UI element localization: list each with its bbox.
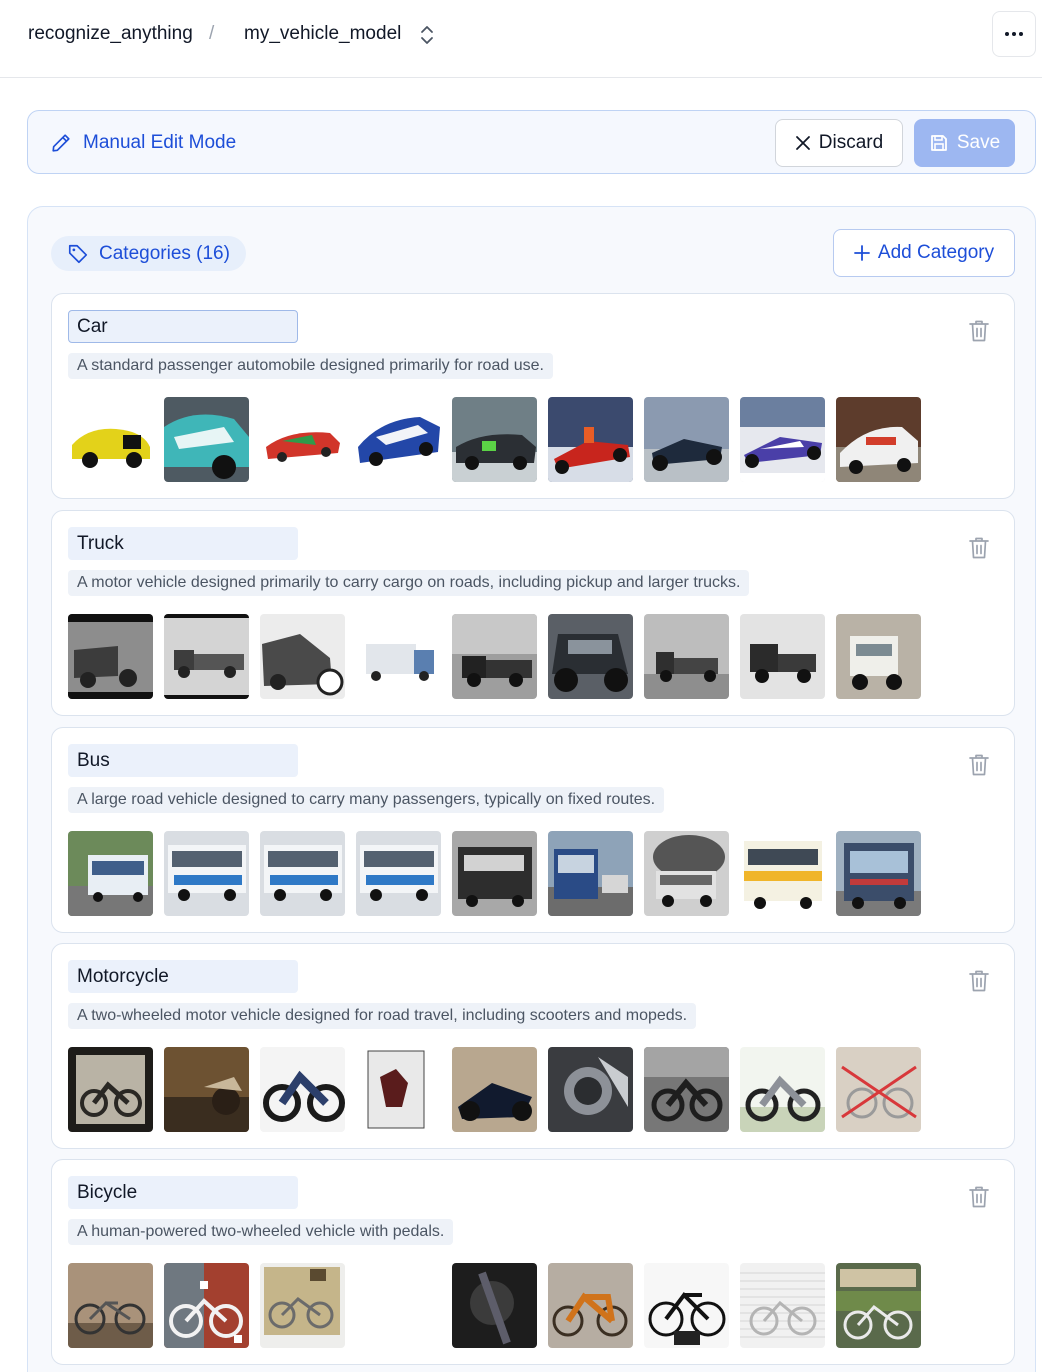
add-category-label: Add Category xyxy=(877,242,995,263)
example-image[interactable] xyxy=(644,831,729,916)
save-button[interactable]: Save xyxy=(914,119,1015,167)
trash-icon[interactable] xyxy=(968,753,990,777)
example-image[interactable] xyxy=(164,614,249,699)
example-image[interactable] xyxy=(740,614,825,699)
close-icon xyxy=(795,136,810,150)
example-image[interactable] xyxy=(68,831,153,916)
example-image[interactable] xyxy=(452,614,537,699)
example-image[interactable] xyxy=(452,831,537,916)
example-image[interactable] xyxy=(260,1263,345,1348)
example-image[interactable] xyxy=(740,397,825,482)
discard-label: Discard xyxy=(818,132,884,153)
category-name-input[interactable]: Truck xyxy=(68,527,298,560)
example-image[interactable] xyxy=(260,831,345,916)
example-image[interactable] xyxy=(68,614,153,699)
category-card: Car A standard passenger automobile desi… xyxy=(51,293,1015,499)
example-image[interactable] xyxy=(452,1263,537,1348)
example-image[interactable] xyxy=(740,1263,825,1348)
example-image[interactable] xyxy=(260,1047,345,1132)
tag-icon xyxy=(68,244,88,263)
trash-icon[interactable] xyxy=(968,1185,990,1209)
category-card: Bus A large road vehicle designed to car… xyxy=(51,727,1015,933)
example-image[interactable] xyxy=(452,397,537,482)
example-image[interactable] xyxy=(260,397,345,482)
example-image[interactable] xyxy=(836,831,921,916)
breadcrumb-model[interactable]: my_vehicle_model xyxy=(244,23,401,45)
example-image[interactable] xyxy=(836,614,921,699)
category-name-input[interactable]: Car xyxy=(68,310,298,343)
example-image[interactable] xyxy=(164,831,249,916)
example-image[interactable] xyxy=(548,614,633,699)
category-description[interactable]: A human-powered two-wheeled vehicle with… xyxy=(68,1219,454,1245)
example-image[interactable] xyxy=(644,1263,729,1348)
example-image[interactable] xyxy=(356,614,441,699)
example-image[interactable] xyxy=(356,397,441,482)
example-image[interactable] xyxy=(836,1047,921,1132)
example-image[interactable] xyxy=(836,1263,921,1348)
example-image[interactable] xyxy=(548,831,633,916)
example-image[interactable] xyxy=(68,1263,153,1348)
example-image[interactable] xyxy=(164,1263,249,1348)
add-category-button[interactable]: Add Category xyxy=(833,229,1015,277)
example-image[interactable] xyxy=(836,397,921,482)
example-image[interactable] xyxy=(164,1047,249,1132)
trash-icon[interactable] xyxy=(968,969,990,993)
example-image[interactable] xyxy=(356,1047,441,1132)
category-description[interactable]: A two-wheeled motor vehicle designed for… xyxy=(68,1003,697,1029)
example-image[interactable] xyxy=(260,614,345,699)
example-image[interactable] xyxy=(68,1047,153,1132)
ellipsis-icon xyxy=(1005,32,1023,36)
example-image[interactable] xyxy=(452,1047,537,1132)
category-name-input[interactable]: Bus xyxy=(68,744,298,777)
example-image[interactable] xyxy=(644,397,729,482)
example-image[interactable] xyxy=(68,397,153,482)
example-image[interactable] xyxy=(164,397,249,482)
category-card: Motorcycle A two-wheeled motor vehicle d… xyxy=(51,943,1015,1149)
example-image[interactable] xyxy=(356,831,441,916)
trash-icon[interactable] xyxy=(968,319,990,343)
edit-mode-title: Manual Edit Mode xyxy=(83,132,237,153)
example-image[interactable] xyxy=(740,831,825,916)
category-card: Truck A motor vehicle designed primarily… xyxy=(51,510,1015,716)
category-card: Bicycle A human-powered two-wheeled vehi… xyxy=(51,1159,1015,1365)
categories-count-label: Categories (16) xyxy=(99,242,230,264)
example-image[interactable] xyxy=(740,1047,825,1132)
save-label: Save xyxy=(956,132,1001,153)
breadcrumb-project[interactable]: recognize_anything xyxy=(28,23,193,45)
category-description[interactable]: A motor vehicle designed primarily to ca… xyxy=(68,570,750,596)
category-description[interactable]: A standard passenger automobile designed… xyxy=(68,353,553,379)
categories-count-badge: Categories (16) xyxy=(51,236,246,271)
top-bar: recognize_anything / my_vehicle_model xyxy=(0,0,1042,78)
plus-icon xyxy=(854,245,870,261)
trash-icon[interactable] xyxy=(968,536,990,560)
example-image[interactable] xyxy=(548,397,633,482)
save-icon xyxy=(930,135,947,151)
categories-panel: Categories (16) Add Category Car A stand… xyxy=(27,206,1036,1372)
discard-button[interactable]: Discard xyxy=(775,119,903,167)
more-options-button[interactable] xyxy=(992,11,1036,57)
example-image[interactable] xyxy=(644,614,729,699)
example-image[interactable] xyxy=(548,1263,633,1348)
category-description[interactable]: A large road vehicle designed to carry m… xyxy=(68,787,665,813)
example-image[interactable] xyxy=(548,1047,633,1132)
example-image[interactable] xyxy=(644,1047,729,1132)
edit-mode-banner: Manual Edit Mode Discard Save xyxy=(27,110,1036,174)
category-name-input[interactable]: Bicycle xyxy=(68,1176,298,1209)
breadcrumb-separator: / xyxy=(209,23,215,44)
chevrons-up-down-icon[interactable] xyxy=(418,24,436,46)
category-name-input[interactable]: Motorcycle xyxy=(68,960,298,993)
pencil-icon xyxy=(52,134,70,152)
